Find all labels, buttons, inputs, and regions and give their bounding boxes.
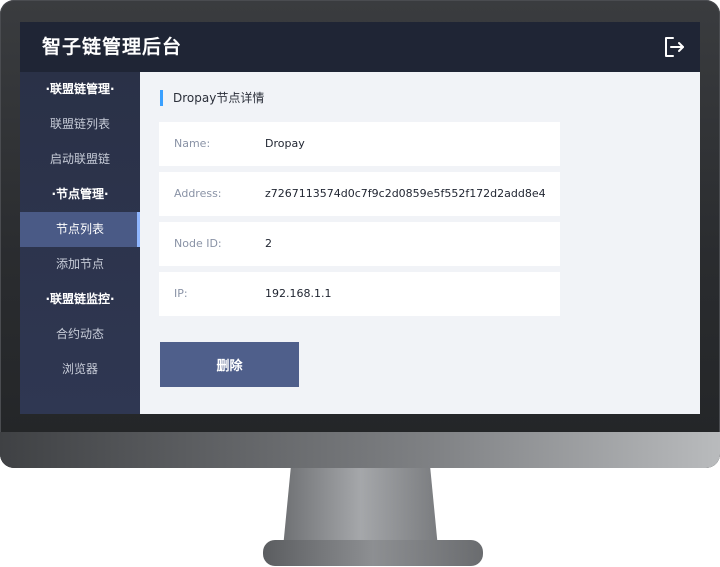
sidebar: ·联盟链管理· 联盟链列表 启动联盟链 ·节点管理· 节点列表 添加节点 ·联盟…: [20, 72, 140, 414]
section-title: Dropay节点详情: [160, 90, 264, 106]
field-value: 2: [265, 237, 272, 250]
sidebar-item-node-list[interactable]: 节点列表: [20, 212, 140, 247]
sidebar-group-alliance-chain-management: ·联盟链管理·: [45, 82, 115, 96]
sidebar-item-browser[interactable]: 浏览器: [20, 352, 140, 387]
screen: 智子链管理后台 ·联盟链管理· 联盟链列表 启动联盟链 ·节点管理· 节点列表 …: [20, 22, 700, 414]
field-value: Dropay: [265, 137, 305, 150]
sidebar-group-node-management: ·节点管理·: [51, 187, 109, 201]
sidebar-item-alliance-chain-list[interactable]: 联盟链列表: [20, 107, 140, 142]
field-label: IP:: [174, 287, 188, 300]
sidebar-item-add-node[interactable]: 添加节点: [20, 247, 140, 282]
field-label: Address:: [174, 187, 222, 200]
field-label: Node ID:: [174, 237, 222, 250]
field-value: z7267113574d0c7f9c2d0859e5f552f172d2add8…: [265, 187, 546, 200]
monitor-chin: [0, 432, 720, 468]
monitor-stand-base: [263, 540, 483, 566]
main-content: Dropay节点详情 Name: Dropay Address: z726711…: [140, 72, 700, 414]
top-bar: 智子链管理后台: [20, 22, 700, 72]
sidebar-item-start-alliance-chain[interactable]: 启动联盟链: [20, 142, 140, 177]
delete-button[interactable]: 删除: [160, 342, 299, 387]
app-title: 智子链管理后台: [42, 36, 183, 58]
monitor-stand-neck: [283, 468, 438, 548]
field-label: Name:: [174, 137, 211, 150]
field-row-node-id: Node ID: 2: [159, 222, 560, 266]
field-row-name: Name: Dropay: [159, 122, 560, 166]
logout-icon[interactable]: [662, 35, 686, 59]
field-row-address: Address: z7267113574d0c7f9c2d0859e5f552f…: [159, 172, 560, 216]
field-value: 192.168.1.1: [265, 287, 332, 300]
field-row-ip: IP: 192.168.1.1: [159, 272, 560, 316]
sidebar-item-contract-activity[interactable]: 合约动态: [20, 317, 140, 352]
sidebar-group-alliance-chain-monitoring: ·联盟链监控·: [45, 292, 115, 306]
